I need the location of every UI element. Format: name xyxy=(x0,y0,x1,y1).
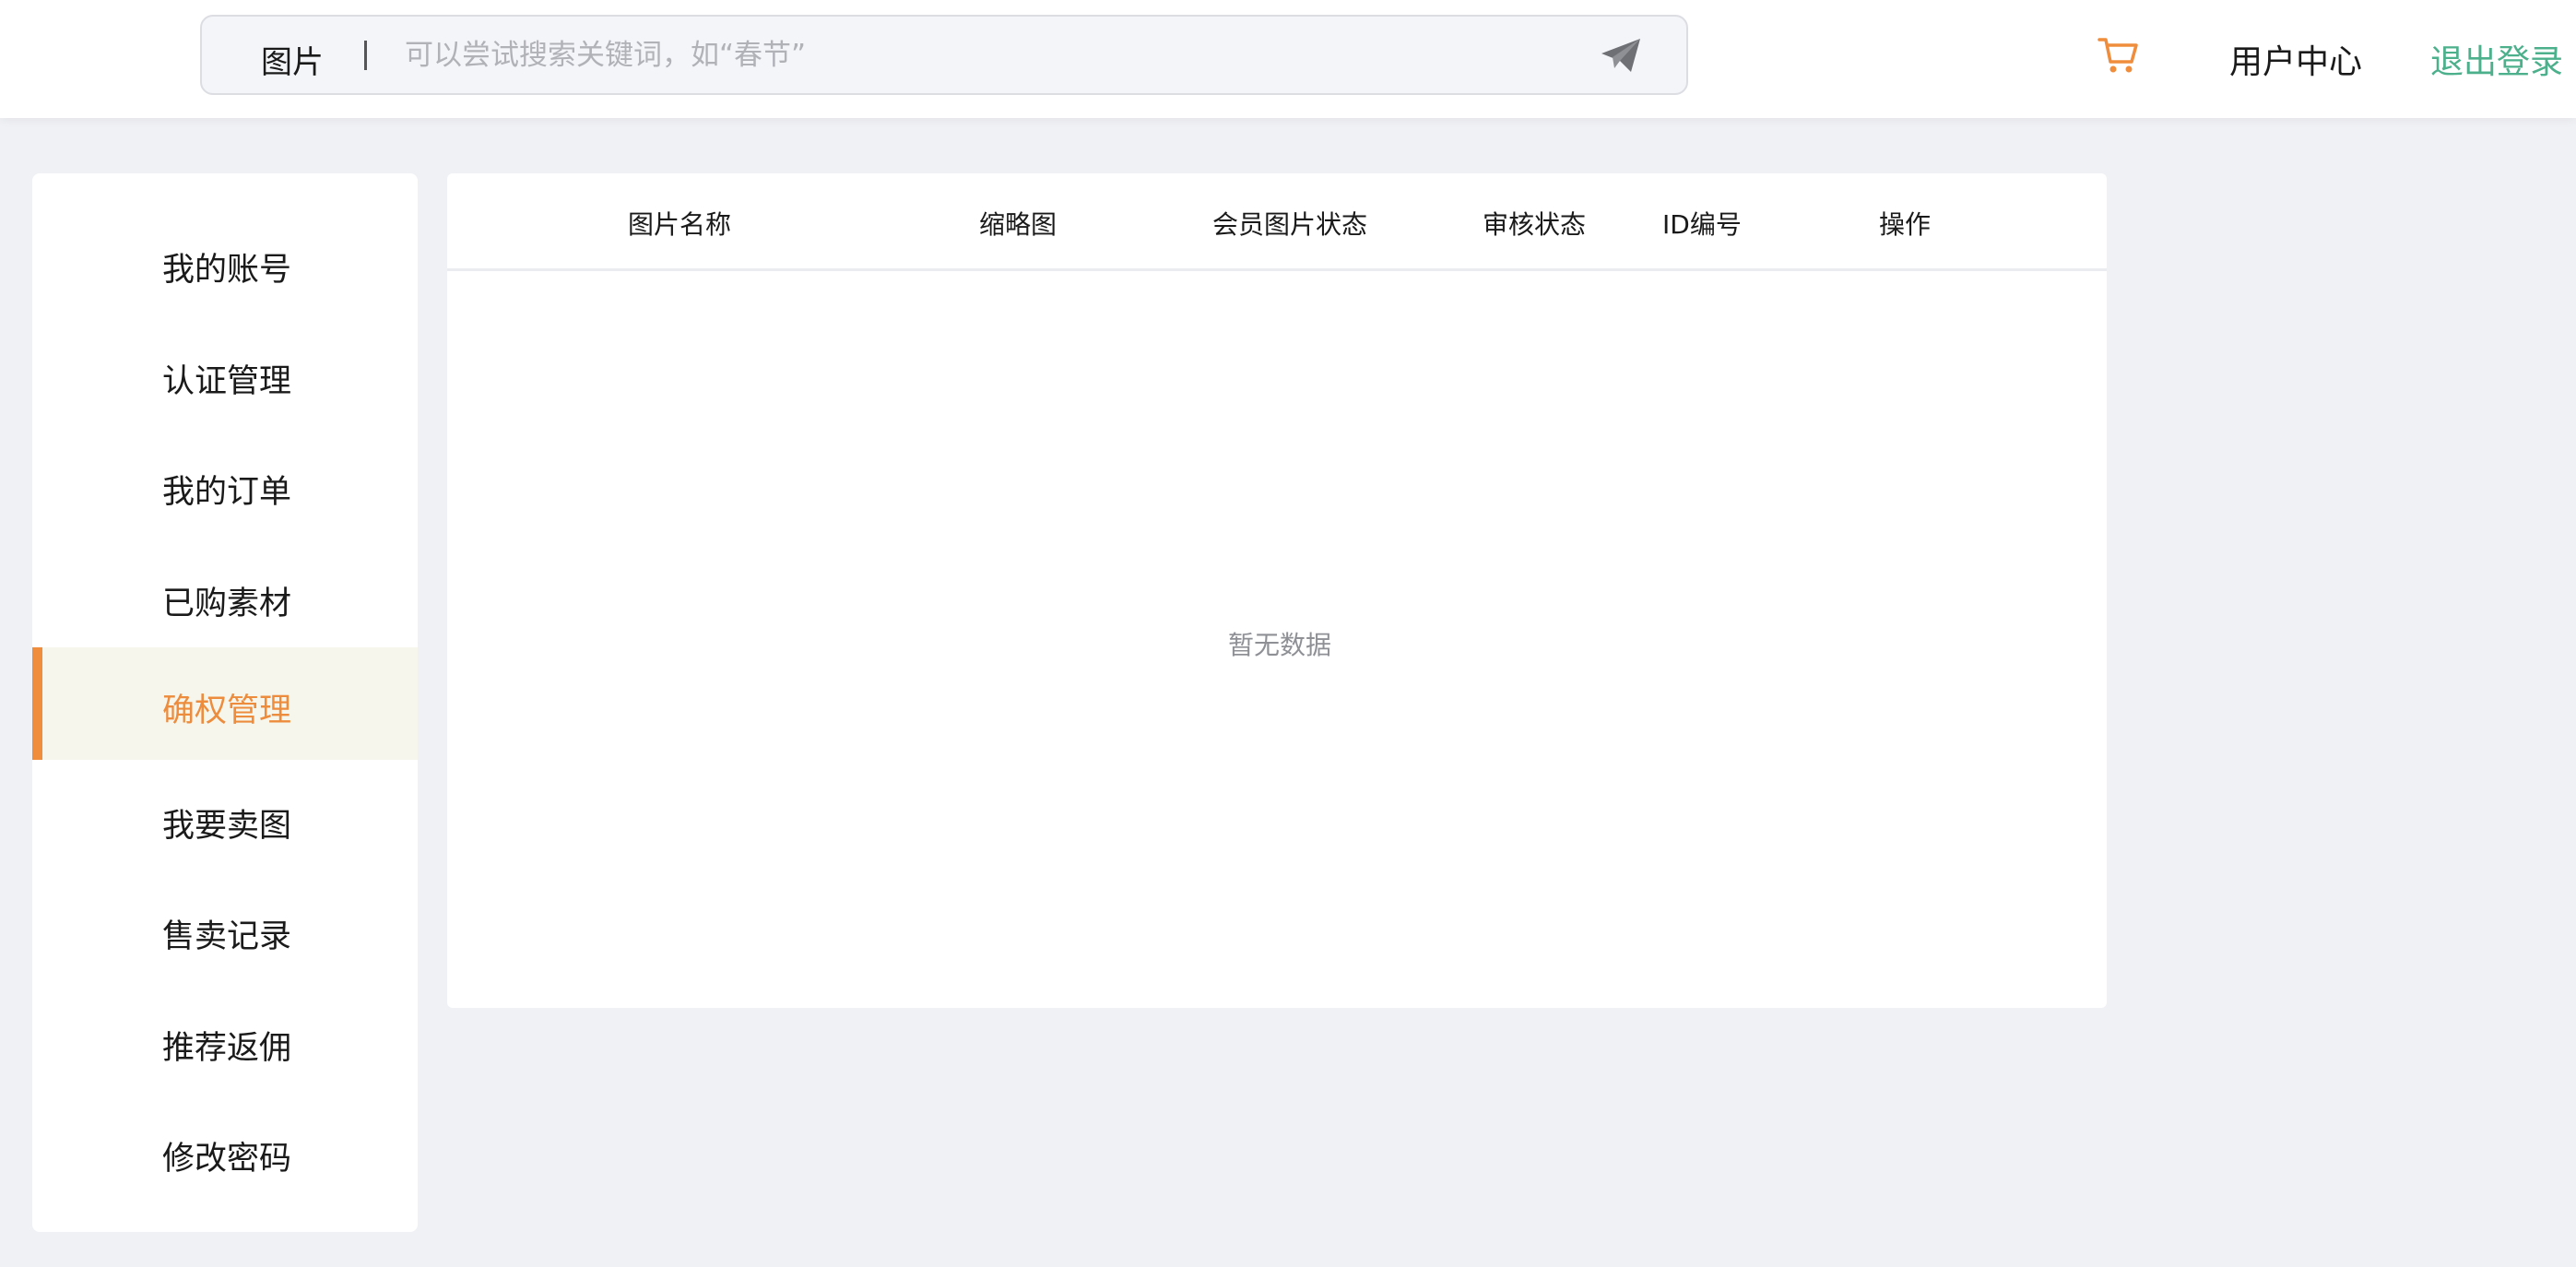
sidebar-item-account[interactable]: 我的账号 xyxy=(32,207,418,319)
sidebar-item-purchased[interactable]: 已购素材 xyxy=(32,540,418,653)
paper-plane-icon[interactable] xyxy=(1600,37,1642,74)
sidebar-item-sales-records[interactable]: 售卖记录 xyxy=(32,873,418,986)
sidebar: 我的账号 认证管理 我的订单 已购素材 确权管理 我要卖图 售卖记录 推荐返佣 … xyxy=(32,173,418,1232)
sidebar-item-rights-management[interactable]: 确权管理 xyxy=(32,647,418,760)
sidebar-item-label: 我的账号 xyxy=(162,252,292,289)
sidebar-item-label: 已购素材 xyxy=(162,586,292,622)
column-header-id: ID编号 xyxy=(1662,209,1742,240)
search-input[interactable] xyxy=(405,28,1585,83)
sidebar-item-sell-images[interactable]: 我要卖图 xyxy=(32,763,418,875)
sidebar-item-label: 我要卖图 xyxy=(162,808,292,845)
sidebar-item-label: 售卖记录 xyxy=(162,918,292,955)
sidebar-item-label: 认证管理 xyxy=(162,363,292,400)
shopping-cart-icon[interactable] xyxy=(2097,33,2141,77)
column-header-thumbnail: 缩略图 xyxy=(979,209,1058,240)
sidebar-item-label: 我的订单 xyxy=(162,474,292,511)
empty-state-text: 暂无数据 xyxy=(1228,630,1332,660)
sidebar-item-label: 确权管理 xyxy=(162,693,292,729)
column-header-review-status: 审核状态 xyxy=(1483,209,1587,240)
sidebar-item-orders[interactable]: 我的订单 xyxy=(32,429,418,541)
search-divider xyxy=(364,41,367,70)
table-header: 图片名称 缩略图 会员图片状态 审核状态 ID编号 操作 xyxy=(447,173,2107,271)
logout-link[interactable]: 退出登录 xyxy=(2430,35,2563,83)
sidebar-item-change-password[interactable]: 修改密码 xyxy=(32,1095,418,1208)
sidebar-item-label: 修改密码 xyxy=(162,1141,292,1178)
user-center-link[interactable]: 用户中心 xyxy=(2229,35,2362,83)
column-header-image-name: 图片名称 xyxy=(628,209,732,240)
column-header-member-status: 会员图片状态 xyxy=(1212,209,1368,240)
sidebar-item-referral[interactable]: 推荐返佣 xyxy=(32,985,418,1097)
column-header-actions: 操作 xyxy=(1879,209,1932,240)
sidebar-item-certification[interactable]: 认证管理 xyxy=(32,318,418,431)
search-bar: 图片 xyxy=(200,15,1688,95)
top-header: 图片 用户中心 退出登录 xyxy=(0,0,2576,118)
search-type-selector[interactable]: 图片 xyxy=(261,37,324,82)
sidebar-item-label: 推荐返佣 xyxy=(162,1030,292,1067)
rights-table-panel: 图片名称 缩略图 会员图片状态 审核状态 ID编号 操作 暂无数据 xyxy=(447,173,2107,1008)
